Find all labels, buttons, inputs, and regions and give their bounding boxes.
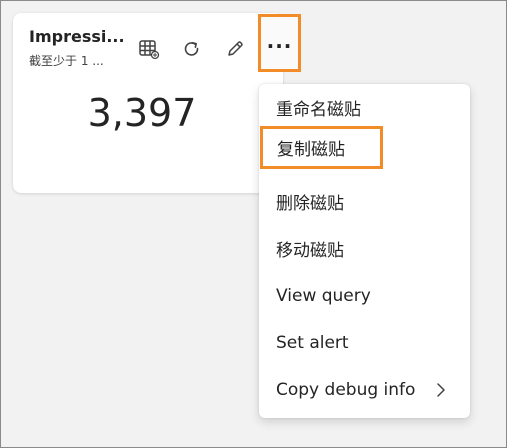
- table-icon: [139, 40, 160, 60]
- menu-item-duplicate-tile[interactable]: 复制磁贴: [260, 126, 383, 169]
- menu-item-label: View query: [276, 286, 371, 306]
- refresh-button[interactable]: [178, 35, 206, 63]
- screenshot-frame: Impressi... 截至少于 1 ... 3,397 ... 重命名磁贴 复…: [0, 0, 507, 448]
- tile-value: 3,397: [87, 91, 197, 135]
- dashboard-tile[interactable]: Impressi... 截至少于 1 ... 3,397: [13, 13, 283, 193]
- menu-item-copy-debug-info[interactable]: Copy debug info: [259, 370, 470, 410]
- menu-item-view-query[interactable]: View query: [259, 276, 470, 316]
- menu-item-label: 重命名磁贴: [276, 99, 361, 120]
- context-menu: 重命名磁贴 复制磁贴 删除磁贴 移动磁贴 View query Set aler…: [259, 84, 470, 418]
- menu-item-delete-tile[interactable]: 删除磁贴: [259, 181, 470, 221]
- table-view-button[interactable]: [135, 35, 163, 63]
- menu-item-move-tile[interactable]: 移动磁贴: [259, 228, 470, 268]
- menu-item-label: 复制磁贴: [277, 140, 345, 160]
- more-options-button[interactable]: ...: [258, 14, 301, 72]
- menu-item-label: Copy debug info: [276, 380, 416, 400]
- menu-item-rename-tile[interactable]: 重命名磁贴: [259, 87, 470, 127]
- menu-item-label: Set alert: [276, 333, 349, 353]
- menu-item-set-alert[interactable]: Set alert: [259, 323, 470, 363]
- edit-icon: [228, 41, 243, 56]
- more-icon: ...: [266, 29, 293, 53]
- refresh-icon: [184, 42, 199, 56]
- menu-item-label: 移动磁贴: [276, 240, 344, 261]
- chevron-right-icon: [437, 383, 445, 397]
- tile-subtitle: 截至少于 1 ...: [29, 54, 104, 68]
- menu-item-label: 删除磁贴: [276, 193, 344, 214]
- edit-button[interactable]: [221, 35, 249, 63]
- tile-title: Impressi...: [29, 27, 125, 46]
